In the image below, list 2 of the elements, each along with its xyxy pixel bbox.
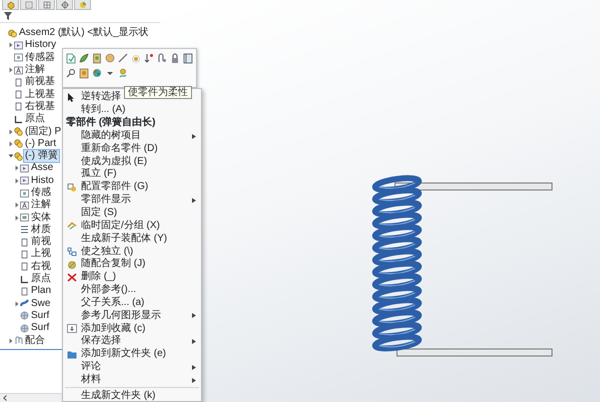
menu-section-heading: 零部件 (弹簧自由长) — [65, 116, 156, 130]
tooltip: 使零件为柔性 — [124, 86, 192, 99]
